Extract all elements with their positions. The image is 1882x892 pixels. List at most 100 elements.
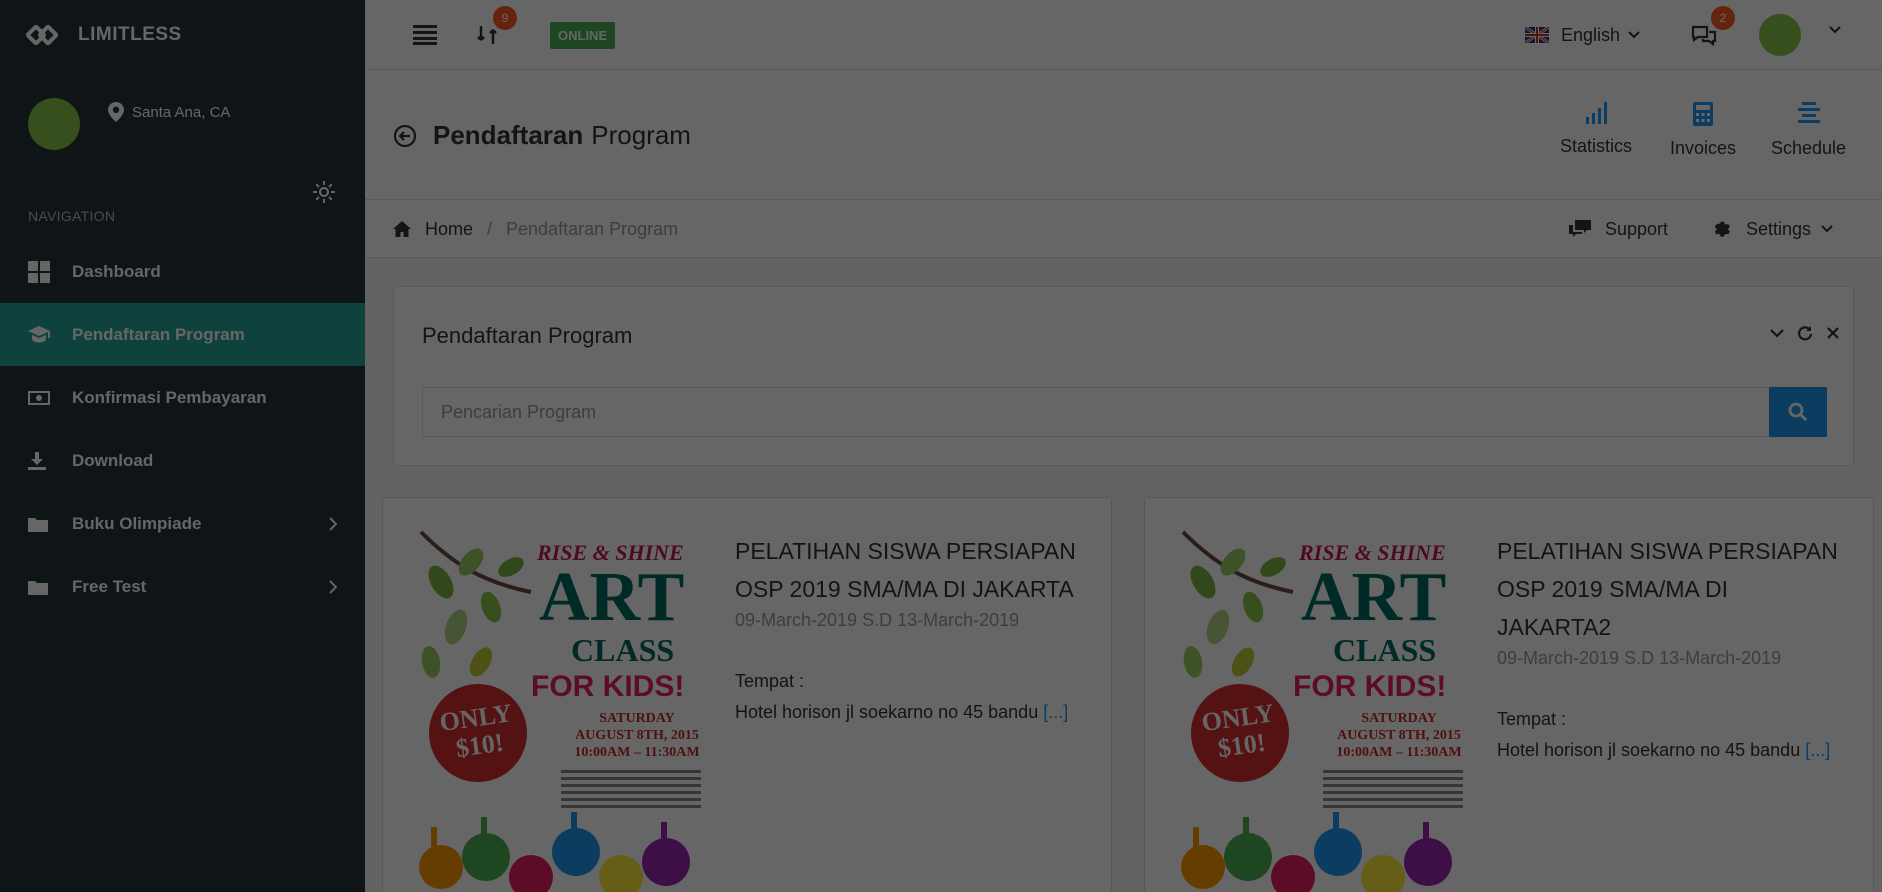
user-settings-gear-icon[interactable] [312,180,336,204]
calculator-icon [1693,102,1714,126]
program-title[interactable]: PELATIHAN SISWA PERSIAPAN OSP 2019 SMA/M… [1497,532,1847,646]
brand-name: LIMITLESS [78,24,182,45]
user-location: Santa Ana, CA [108,102,230,122]
money-icon [28,390,52,405]
program-place-label: Tempat : [1497,709,1567,729]
chevron-right-icon [329,516,337,531]
collapse-chevron-icon[interactable] [1769,325,1785,341]
brand[interactable]: LIMITLESS [0,0,365,70]
program-date: 09-March-2019 S.D 13-March-2019 [1497,648,1782,668]
breadcrumb-home[interactable]: Home [425,219,473,240]
poster-art: ART [539,559,685,636]
poster-for-kids: FOR KIDS! [531,670,685,703]
page-title: Pendaftaran Program [393,120,691,151]
chevron-down-icon [1829,26,1841,34]
hamburger-menu-icon [413,25,437,45]
support-chat-icon [1569,220,1591,237]
program-poster-image[interactable]: RISE & SHINE ART CLASS FOR KIDS! SATURDA… [1173,522,1473,892]
messages-badge: 2 [1711,6,1735,30]
panel-controls [1769,325,1841,341]
settings-dropdown[interactable]: Settings [1712,200,1847,258]
program-search-input[interactable] [422,387,1769,437]
download-icon [28,451,52,470]
status-indicator: ONLINE [550,0,616,70]
gear-icon [1714,221,1730,237]
support-link[interactable]: Support [1569,200,1668,258]
folder-icon [28,516,52,532]
sidebar-item-label: Dashboard [72,261,161,281]
settings-label: Settings [1746,218,1812,239]
search-button[interactable] [1769,387,1827,437]
breadcrumb-current: Pendaftaran Program [506,218,679,239]
sidebar-item-label: Buku Olimpiade [72,513,202,533]
page-title-bold: Pendaftaran [433,120,584,150]
graduation-cap-icon [28,325,52,344]
bar-chart-icon [1586,102,1608,124]
sidebar-item-buku-olimpiade[interactable]: Buku Olimpiade [0,492,365,555]
statistics-label: Statistics [1560,136,1633,156]
language-dropdown[interactable]: English [1525,0,1640,70]
chevron-right-icon [329,579,337,594]
poster-date: SATURDAY AUGUST 8TH, 2015 10:00AM – 11:3… [1336,711,1462,760]
program-card-body: PELATIHAN SISWA PERSIAPAN OSP 2019 SMA/M… [1497,532,1847,761]
sidebar-item-free-test[interactable]: Free Test [0,555,365,618]
sidebar-item-label: Konfirmasi Pembayaran [72,387,267,407]
grid-icon [28,260,52,283]
top-navbar: 9 ONLINE English 2 [365,0,1882,70]
poster-art: ART [1301,559,1447,636]
brand-logo-icon [24,20,60,50]
chevron-down-icon [1821,225,1833,233]
program-card[interactable]: RISE & SHINE ART CLASS FOR KIDS! SATURDA… [382,497,1112,892]
invoices-button[interactable]: Invoices [1670,102,1736,159]
painted-hands-icon [419,812,690,892]
updates-button[interactable]: 9 [477,0,517,70]
statistics-button[interactable]: Statistics [1560,102,1632,157]
sidebar-item-konfirmasi-pembayaran[interactable]: Konfirmasi Pembayaran [0,366,365,429]
map-pin-icon [108,102,124,122]
avatar[interactable] [28,98,80,150]
program-place: Hotel horison jl soekarno no 45 bandu [.… [735,702,1069,722]
program-poster-image[interactable]: RISE & SHINE ART CLASS FOR KIDS! SATURDA… [411,522,711,892]
sidebar-item-label: Free Test [72,576,147,596]
chevron-down-icon [1628,31,1640,39]
poster-class: CLASS [571,632,675,668]
schedule-label: Schedule [1771,138,1847,158]
home-icon [393,221,411,237]
breadcrumb-separator: / [487,218,493,239]
poster-class: CLASS [1333,632,1437,668]
leaf-branch-icon [419,530,532,678]
user-menu[interactable] [1759,0,1841,70]
close-icon[interactable] [1825,325,1841,341]
poster-fine-print [561,770,701,812]
sidebar-item-label: Download [72,450,154,470]
user-card: Santa Ana, CA [0,70,365,203]
support-label: Support [1605,218,1669,239]
messages-button[interactable]: 2 [1691,0,1735,70]
read-more-link[interactable]: [...] [1043,702,1068,722]
breadcrumb-bar: Home / Pendaftaran Program Support Setti… [365,200,1882,258]
chat-bubbles-icon [1691,25,1717,46]
nav-header: NAVIGATION [28,208,116,224]
breadcrumb: Home / Pendaftaran Program [393,200,678,258]
sidebar-item-pendaftaran-program[interactable]: Pendaftaran Program [0,303,365,366]
online-badge: ONLINE [550,21,616,49]
program-title[interactable]: PELATIHAN SISWA PERSIAPAN OSP 2019 SMA/M… [735,532,1085,608]
user-avatar [1759,14,1801,56]
program-card[interactable]: RISE & SHINE ART CLASS FOR KIDS! SATURDA… [1144,497,1874,892]
poster-date: SATURDAY AUGUST 8TH, 2015 10:00AM – 11:3… [574,711,700,760]
language-label: English [1561,24,1621,45]
read-more-link[interactable]: [...] [1805,740,1830,760]
sidebar-item-dashboard[interactable]: Dashboard [0,240,365,303]
updates-badge: 9 [493,6,517,30]
program-place-label: Tempat : [735,671,805,691]
back-arrow-icon[interactable] [393,124,417,148]
uk-flag-icon [1525,27,1549,43]
user-location-text: Santa Ana, CA [132,103,231,121]
list-icon [1797,102,1820,123]
poster-fine-print [1323,770,1463,812]
reload-icon[interactable] [1797,325,1813,341]
sidebar-item-download[interactable]: Download [0,429,365,492]
program-date: 09-March-2019 S.D 13-March-2019 [735,610,1020,630]
menu-toggle-button[interactable] [413,0,437,70]
schedule-button[interactable]: Schedule [1771,102,1846,159]
